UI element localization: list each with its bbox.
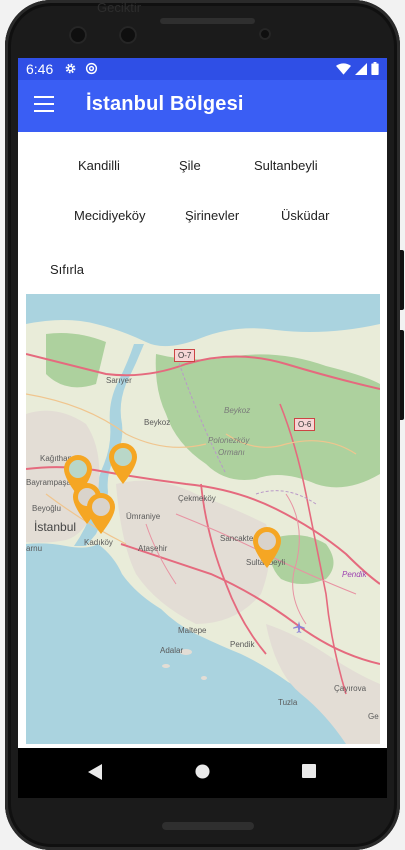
app-screen: 6:46 İstanbul Bölgesi Kandilli Şile Sult… xyxy=(18,58,387,793)
district-filters: Kandilli Şile Sultanbeyli Mecidiyeköy Şi… xyxy=(18,132,387,294)
notification-bleed-text: Geciktir xyxy=(97,0,142,15)
map-label-ormani: Ormanı xyxy=(218,448,245,457)
front-sensor-icon xyxy=(259,28,271,40)
filter-uskudar-button[interactable]: Üsküdar xyxy=(273,202,337,229)
map-label-arnu: arnu xyxy=(26,544,43,553)
filter-sile-button[interactable]: Şile xyxy=(171,152,209,179)
page-title: İstanbul Bölgesi xyxy=(86,93,244,115)
map-label-tuzla: Tuzla xyxy=(278,698,298,707)
signal-icon xyxy=(355,62,367,75)
map-label-beykoz-district: Beykoz xyxy=(224,406,251,415)
volume-button xyxy=(400,250,404,310)
filter-kandilli-button[interactable]: Kandilli xyxy=(70,152,128,179)
map-label-adalar: Adalar xyxy=(160,646,184,655)
map-label-kadikoy: Kadıköy xyxy=(84,538,113,547)
map-label-polonezkoy: Polonezköy xyxy=(208,436,250,445)
reset-button[interactable]: Sıfırla xyxy=(42,256,92,283)
recents-square-icon[interactable] xyxy=(302,764,316,778)
map-label-atasehir: Ataşehir xyxy=(138,544,168,553)
road-shield-o7: O-7 xyxy=(174,349,196,362)
back-triangle-icon[interactable] xyxy=(88,764,102,780)
location-marker-icon[interactable] xyxy=(84,490,118,536)
front-camera-icon xyxy=(69,26,87,44)
location-marker-icon[interactable] xyxy=(106,440,140,486)
status-time: 6:46 xyxy=(26,61,54,77)
map-label-ge: Ge xyxy=(368,712,379,721)
map-label-pendik: Pendik xyxy=(230,640,255,649)
status-bar: 6:46 xyxy=(18,58,387,80)
map-view[interactable]: O-7 O-6 Sarıyer Beykoz Beykoz Polonezköy… xyxy=(26,294,380,744)
bottom-speaker xyxy=(162,822,254,830)
at-icon xyxy=(85,62,98,75)
filter-mecidiyekoy-button[interactable]: Mecidiyeköy xyxy=(66,202,154,229)
app-bar: İstanbul Bölgesi xyxy=(18,80,387,132)
map-label-beyoglu: Beyoğlu xyxy=(32,504,61,513)
system-nav-bar xyxy=(18,748,387,798)
home-circle-icon[interactable] xyxy=(195,764,210,779)
location-marker-icon[interactable] xyxy=(250,524,284,570)
battery-icon xyxy=(371,62,379,75)
map-label-maltepe: Maltepe xyxy=(178,626,207,635)
wifi-icon xyxy=(336,62,351,75)
map-label-beykoz-town: Beykoz xyxy=(144,418,171,427)
map-label-sariyer: Sarıyer xyxy=(106,376,132,385)
power-button xyxy=(400,330,404,420)
menu-icon[interactable] xyxy=(34,96,54,112)
gear-icon xyxy=(65,63,76,74)
earpiece-speaker xyxy=(160,18,255,24)
filter-sultanbeyli-button[interactable]: Sultanbeyli xyxy=(246,152,326,179)
map-label-pendik-district: Pendik xyxy=(342,570,367,579)
map-label-cekmekoy: Çekmeköy xyxy=(178,494,216,503)
proximity-sensor-icon xyxy=(119,26,137,44)
airport-icon xyxy=(293,621,305,633)
map-label-umraniye: Ümraniye xyxy=(126,512,161,521)
map-label-cayirova: Çayırova xyxy=(334,684,367,693)
road-shield-o6: O-6 xyxy=(294,418,316,431)
filter-sirinevler-button[interactable]: Şirinevler xyxy=(177,202,247,229)
